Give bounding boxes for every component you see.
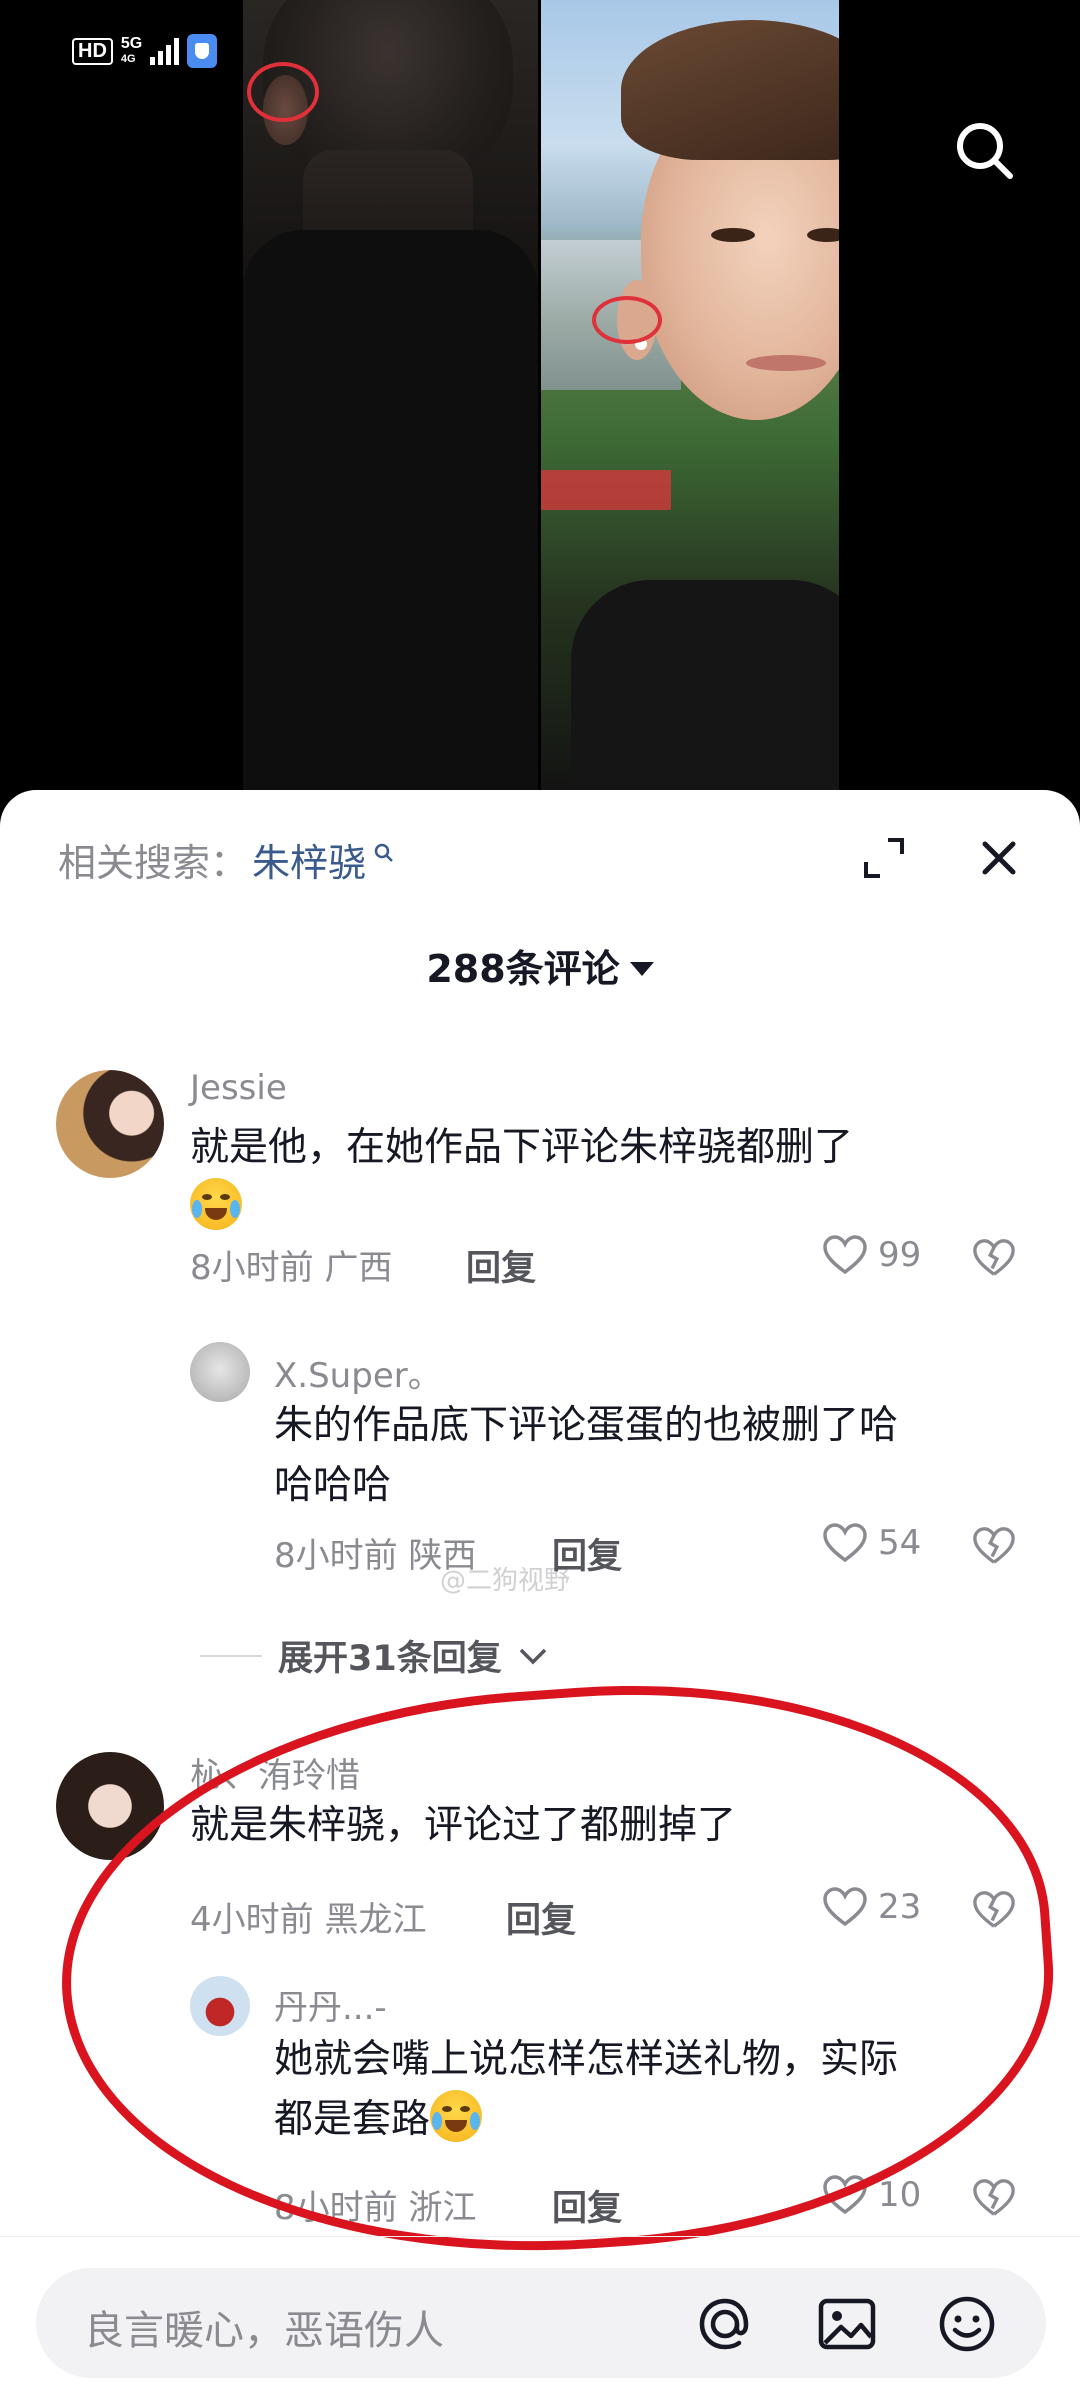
expand-replies-label: 展开31条回复 (278, 1639, 502, 1679)
network-indicator: 5G 4G (120, 34, 143, 65)
expand-replies-button[interactable]: 展开31条回复 (200, 1630, 548, 1681)
caret-down-icon (629, 962, 654, 976)
avatar[interactable] (190, 1342, 250, 1402)
like-count: 10 (878, 2175, 922, 2215)
chevron-down-icon (519, 1648, 546, 1664)
like-button[interactable]: 99 (822, 1234, 921, 1276)
like-count: 99 (878, 1235, 922, 1275)
at-mention-icon[interactable] (694, 2293, 756, 2355)
related-search-keyword[interactable]: 朱梓骁 (252, 832, 366, 887)
comment-input[interactable]: 良言暖心，恶语伤人 (36, 2268, 1046, 2378)
status-bar: HD 5G 4G (72, 34, 218, 68)
comment-sheet: 相关搜索： 朱梓骁 288条评论 @二狗视野 Jessie 就是他，在她作品下评… (0, 790, 1080, 2400)
search-icon[interactable] (952, 118, 1016, 182)
annotation-circle-left-ear (247, 62, 319, 122)
comment-username[interactable]: Jessie (190, 1068, 287, 1108)
reply-button[interactable]: 回复 (466, 1240, 536, 1291)
input-divider (0, 2236, 1080, 2237)
security-shield-icon (187, 34, 218, 68)
comment-count[interactable]: 288条评论 (0, 938, 1080, 993)
like-count: 54 (878, 1523, 922, 1563)
avatar[interactable] (56, 1070, 164, 1178)
video-right-frame (541, 0, 839, 800)
close-icon[interactable] (975, 834, 1023, 882)
comment-input-placeholder: 良言暖心，恶语伤人 (84, 2308, 444, 2354)
comment-region: 广西 (324, 1248, 393, 1288)
related-search-label: 相关搜索： (58, 841, 249, 885)
reply-text: 朱的作品底下评论蛋蛋的也被删了哈 哈哈哈 (274, 1403, 899, 1508)
video-player[interactable]: HD 5G 4G (0, 0, 1080, 800)
fullscreen-icon[interactable] (862, 836, 906, 880)
hd-indicator: HD (72, 37, 113, 65)
signal-icon (150, 37, 180, 65)
annotation-circle-right-ear (592, 296, 662, 344)
comment-meta: 8小时前 广西 (190, 1240, 392, 1289)
heart-icon (823, 1235, 867, 1275)
reply-region: 陕西 (408, 1536, 477, 1576)
comment-text: 就是他，在她作品下评论朱梓骁都删了 (190, 1118, 990, 1238)
broken-heart-icon[interactable] (972, 1524, 1016, 1568)
broken-heart-icon[interactable] (972, 1236, 1016, 1280)
reply-meta: 8小时前 陕西 (274, 1528, 476, 1577)
comment-time: 8小时前 (190, 1248, 314, 1288)
reply-username[interactable]: X.Super。 (274, 1348, 442, 1397)
reply-time: 8小时前 (274, 1536, 398, 1576)
crying-laughing-emoji-icon (190, 1178, 242, 1230)
small-search-icon (374, 843, 393, 862)
broken-heart-icon[interactable] (972, 2176, 1016, 2220)
reply-button[interactable]: 回复 (552, 1528, 622, 1579)
emoji-icon[interactable] (936, 2293, 998, 2355)
image-icon[interactable] (816, 2293, 878, 2355)
like-button[interactable]: 54 (822, 1522, 921, 1564)
related-search[interactable]: 相关搜索： 朱梓骁 (58, 832, 394, 887)
heart-icon (823, 1523, 867, 1563)
